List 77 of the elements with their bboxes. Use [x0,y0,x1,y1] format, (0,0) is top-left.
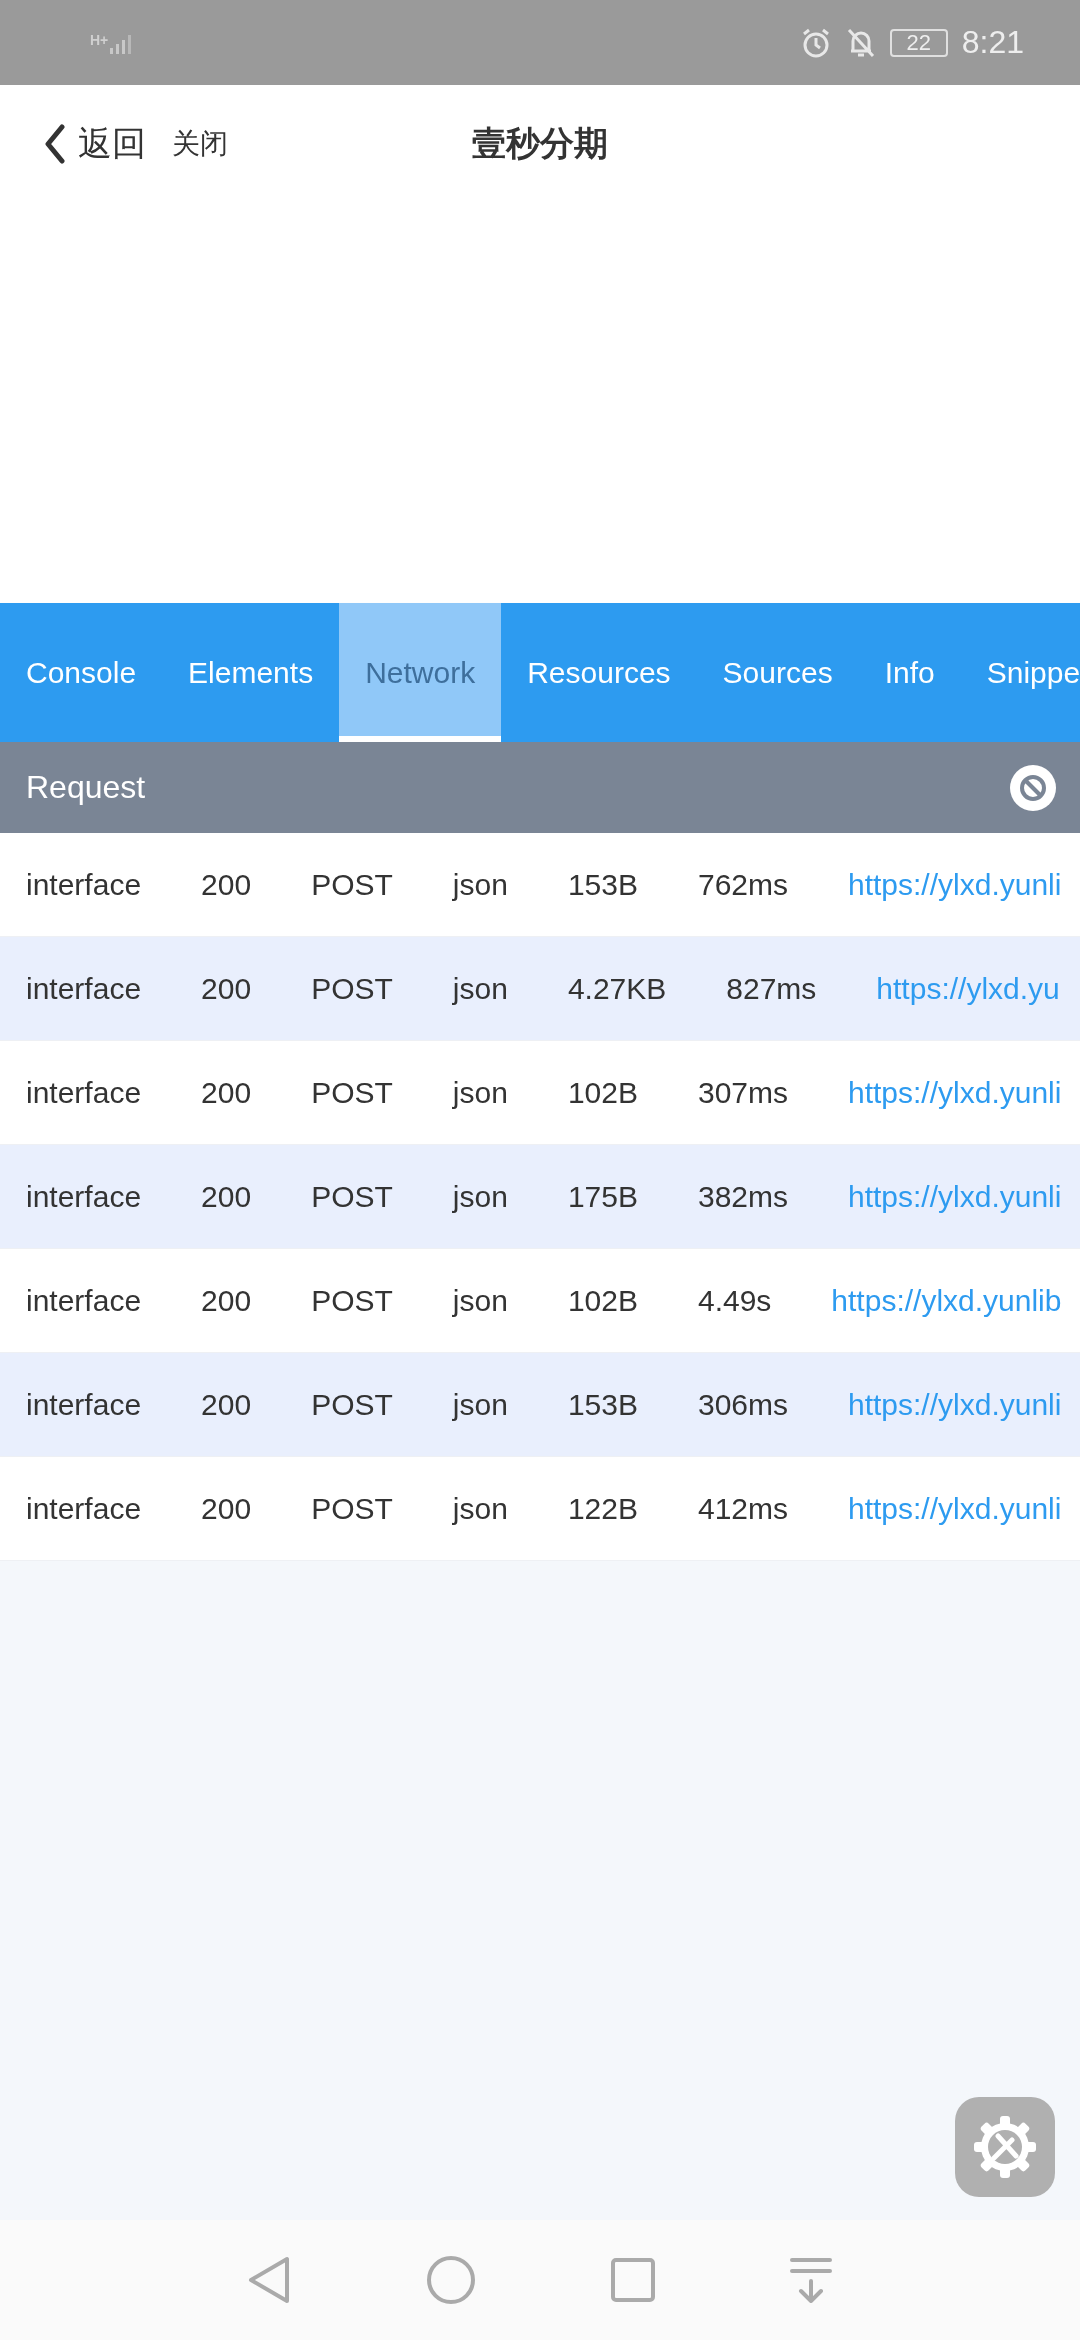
request-url-link[interactable]: https://ylxd.yunli [848,1075,1062,1110]
request-cell: json [452,1491,508,1526]
request-cell: 102B [567,1283,638,1318]
request-row[interactable]: interface 200 POST json 102B 307ms https://ylxd.yunli [0,1041,1080,1145]
request-cell: POST [311,1179,393,1214]
request-cell: interface [26,1387,142,1422]
request-cell: 4.27KB [567,971,667,1006]
request-cell: 762ms [697,867,788,902]
devtools-tab[interactable]: Console [0,603,163,742]
request-cell: json [452,1179,508,1214]
request-url-link[interactable]: https://ylxd.yunli [848,1387,1062,1422]
request-url-link[interactable]: https://ylxd.yunli [848,1491,1062,1526]
request-url-link[interactable]: https://ylxd.yunli [848,867,1062,902]
request-row[interactable]: interface 200 POST json 102B 4.49s https://ylxd.yunlib [0,1249,1080,1353]
request-cell: 200 [201,971,252,1006]
request-cell: POST [311,1283,393,1318]
request-cell: json [452,1075,508,1110]
request-cell: interface [26,1179,142,1214]
request-cell: 382ms [697,1179,788,1214]
request-url-link[interactable]: https://ylxd.yunli [848,1179,1062,1214]
request-cell: 153B [567,867,638,902]
request-cell: POST [311,867,393,902]
request-cell: 175B [567,1179,638,1214]
request-cell: json [452,867,508,902]
clear-icon[interactable] [1010,764,1056,811]
request-cell: 200 [201,867,252,902]
request-cell: POST [311,1491,393,1526]
close-button[interactable]: 关闭 [172,125,228,163]
page-title: 壹秒分期 [472,123,608,164]
request-cell: json [452,971,508,1006]
devtools-toggle-button[interactable] [955,2097,1055,2197]
devtools-tab[interactable]: Info [858,603,961,742]
request-row[interactable]: interface 200 POST json 153B 306ms https://ylxd.yunli [0,1353,1080,1457]
request-cell: POST [311,1387,393,1422]
request-cell: 4.49s [697,1283,772,1318]
request-cell: 827ms [726,971,817,1006]
request-cell: 307ms [697,1075,788,1110]
request-cell: interface [26,971,142,1006]
request-cell: 102B [567,1075,638,1110]
gear-tools-icon [972,2114,1038,2180]
request-cell: 200 [201,1075,252,1110]
request-row[interactable]: interface 200 POST json 175B 382ms https://ylxd.yunli [0,1145,1080,1249]
request-row[interactable]: interface 200 POST json 4.27KB 827ms https://ylxd.yu [0,937,1080,1041]
chevron-left-icon [44,124,66,164]
recents-nav-icon[interactable] [609,2257,656,2303]
request-cell: interface [26,1283,142,1318]
request-cell: 153B [567,1387,638,1422]
devtools-tab[interactable]: Network [339,603,502,742]
request-cell: json [452,1283,508,1318]
notification-pull-icon[interactable] [789,2257,834,2303]
request-cell: 200 [201,1491,252,1526]
request-cell: 200 [201,1283,252,1318]
request-cell: 412ms [697,1491,788,1526]
request-row[interactable]: interface 200 POST json 153B 762ms https://ylxd.yunli [0,833,1080,937]
request-cell: 200 [201,1179,252,1214]
request-cell: 122B [567,1491,638,1526]
request-row[interactable]: interface 200 POST json 122B 412ms https://ylxd.yunli [0,1457,1080,1561]
request-url-link[interactable]: https://ylxd.yu [876,971,1060,1006]
request-cell: interface [26,867,142,902]
devtools-tab[interactable]: Elements [162,603,340,742]
request-cell: 306ms [697,1387,788,1422]
muted-bell-icon [845,26,876,59]
request-cell: POST [311,1075,393,1110]
clock-time: 8:21 [961,24,1024,61]
request-cell: interface [26,1075,142,1110]
devtools-tab[interactable]: Resources [501,603,697,742]
request-url-link[interactable]: https://ylxd.yunlib [831,1283,1062,1318]
battery-level: 22 [906,29,931,56]
devtools-tab[interactable]: Snippe [960,603,1080,742]
back-button[interactable]: 返回 [44,121,146,167]
request-cell: json [452,1387,508,1422]
home-nav-icon[interactable] [426,2255,477,2305]
request-cell: interface [26,1491,142,1526]
devtools-tab[interactable]: Sources [696,603,859,742]
panel-title: Request [26,769,146,806]
request-cell: POST [311,971,393,1006]
request-cell: 200 [201,1387,252,1422]
